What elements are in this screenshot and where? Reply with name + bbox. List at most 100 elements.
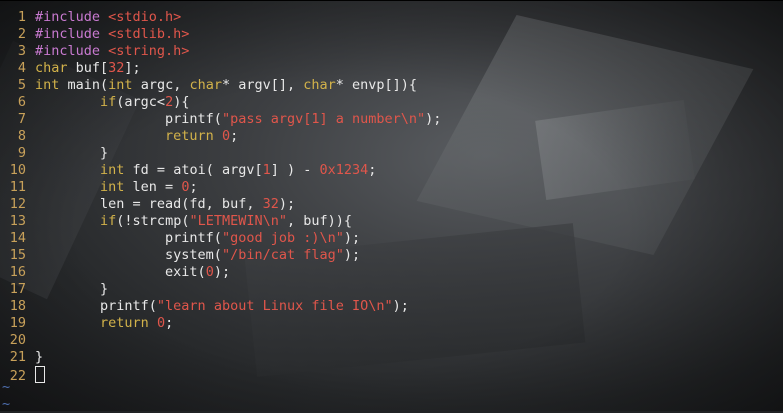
code-text[interactable]: len = read(fd, buf, 32); xyxy=(35,196,295,212)
code-text[interactable] xyxy=(35,366,45,384)
code-line[interactable]: 2 #include <stdlib.h> xyxy=(0,26,190,43)
code-line[interactable]: 9 } xyxy=(0,145,108,162)
code-line[interactable]: 3 #include <string.h> xyxy=(0,43,190,60)
code-token: #include xyxy=(35,9,109,25)
code-token: if xyxy=(100,94,117,110)
code-token: ); xyxy=(392,298,409,314)
code-token: char xyxy=(35,60,68,76)
code-line[interactable]: 11 int len = 0; xyxy=(0,179,198,196)
code-text[interactable]: char buf[32]; xyxy=(35,60,141,76)
vim-editor[interactable]: 1 #include <stdio.h> 2 #include <stdlib.h> 3… xyxy=(0,0,783,412)
code-token: } xyxy=(35,281,109,297)
line-number: 3 xyxy=(17,43,26,59)
code-line[interactable]: 8 return 0; xyxy=(0,128,238,145)
code-token: 32 xyxy=(262,196,279,212)
code-text[interactable]: } xyxy=(35,145,108,161)
code-token: ); xyxy=(343,247,361,263)
code-token: int xyxy=(108,77,133,93)
code-token: printf( xyxy=(35,230,222,246)
code-text[interactable]: if(argc<2){ xyxy=(35,94,189,110)
code-text[interactable]: } xyxy=(35,281,108,297)
line-number: 6 xyxy=(17,94,26,110)
code-token: <stdio.h> xyxy=(108,9,182,25)
code-token: #include xyxy=(35,43,109,59)
code-token: ); xyxy=(425,111,442,127)
code-token: buf[ xyxy=(67,60,109,76)
code-line[interactable]: 18 printf("learn about Linux file IO\n")… xyxy=(0,298,409,315)
code-text[interactable]: } xyxy=(35,349,43,365)
code-token: ){ xyxy=(173,94,190,110)
code-line[interactable]: 1 #include <stdio.h> xyxy=(0,9,181,26)
code-token: ; xyxy=(189,179,198,195)
code-text[interactable]: int main(int argc, char* argv[], char* e… xyxy=(35,77,417,93)
code-token: len = xyxy=(124,179,182,195)
code-token: 0x1234 xyxy=(319,162,369,178)
code-line[interactable]: 21} xyxy=(0,349,43,366)
line-number: 1 xyxy=(17,9,26,25)
code-token: 1 xyxy=(262,162,271,178)
code-token: ; xyxy=(368,162,377,178)
code-text[interactable]: printf("good job :)\n"); xyxy=(35,230,360,246)
code-text[interactable]: int fd = atoi( argv[1] ) - 0x1234; xyxy=(35,162,376,178)
code-text[interactable]: system("/bin/cat flag"); xyxy=(35,247,360,263)
line-number: 16 xyxy=(9,264,26,280)
code-line[interactable]: 12 len = read(fd, buf, 32); xyxy=(0,196,295,213)
code-token: char xyxy=(189,77,222,93)
code-line[interactable]: 17 } xyxy=(0,281,108,298)
code-text[interactable]: int len = 0; xyxy=(35,179,198,195)
code-token: printf( xyxy=(35,298,157,314)
code-token: len = read(fd, buf, xyxy=(35,196,263,212)
code-token: * argv[], xyxy=(221,77,304,93)
code-token: , buf)){ xyxy=(287,213,353,229)
code-line[interactable]: 6 if(argc<2){ xyxy=(0,94,190,111)
line-number: 14 xyxy=(9,230,26,246)
line-number: 20 xyxy=(9,332,26,348)
line-number: 7 xyxy=(17,111,26,127)
code-token: 2 xyxy=(165,94,174,110)
code-line[interactable]: 7 printf("pass argv[1] a number\n"); xyxy=(0,111,442,128)
code-line[interactable]: 10 int fd = atoi( argv[1] ) - 0x1234; xyxy=(0,162,377,179)
code-token: "good job :)\n" xyxy=(221,230,344,246)
code-token: } xyxy=(35,349,44,365)
code-text[interactable]: #include <stdlib.h> xyxy=(35,26,189,42)
code-text[interactable]: return 0; xyxy=(35,315,173,331)
line-number: 2 xyxy=(17,26,26,42)
code-text[interactable]: printf("learn about Linux file IO\n"); xyxy=(35,298,409,314)
code-text[interactable]: return 0; xyxy=(35,128,238,144)
code-line[interactable]: 4 char buf[32]; xyxy=(0,60,141,77)
code-token: "/bin/cat flag" xyxy=(221,247,344,263)
code-line[interactable]: 19 return 0; xyxy=(0,315,174,332)
code-line[interactable]: 16 exit(0); xyxy=(0,264,230,281)
code-token: fd = atoi( argv[ xyxy=(124,162,263,178)
code-token: ); xyxy=(343,230,361,246)
line-number: 10 xyxy=(9,162,26,178)
code-token: "pass argv[1] a number\n" xyxy=(221,111,426,127)
code-line[interactable]: 14 printf("good job :)\n"); xyxy=(0,230,360,247)
line-number: 9 xyxy=(17,145,26,161)
code-line[interactable]: 15 system("/bin/cat flag"); xyxy=(0,247,360,264)
code-token: int xyxy=(100,179,125,195)
code-token: ]; xyxy=(124,60,141,76)
empty-buffer-tilde: ~ xyxy=(2,379,11,395)
code-text[interactable]: printf("pass argv[1] a number\n"); xyxy=(35,111,441,127)
code-token: 0 xyxy=(221,128,231,144)
code-line[interactable]: 13 if(!strcmp("LETMEWIN\n", buf)){ xyxy=(0,213,352,230)
code-token: #include xyxy=(35,26,109,42)
code-line[interactable]: 20 xyxy=(0,332,35,349)
code-token: ; xyxy=(165,315,174,331)
code-token: <stdlib.h> xyxy=(108,26,190,42)
code-line[interactable]: 5 int main(int argc, char* argv[], char* … xyxy=(0,77,417,94)
code-text[interactable]: #include <stdio.h> xyxy=(35,9,181,25)
code-token: (!strcmp( xyxy=(116,213,190,229)
line-number: 18 xyxy=(9,298,26,314)
code-text[interactable]: exit(0); xyxy=(35,264,230,280)
code-token: main( xyxy=(59,77,109,93)
code-text[interactable]: if(!strcmp("LETMEWIN\n", buf)){ xyxy=(35,213,352,229)
code-text[interactable]: #include <string.h> xyxy=(35,43,189,59)
